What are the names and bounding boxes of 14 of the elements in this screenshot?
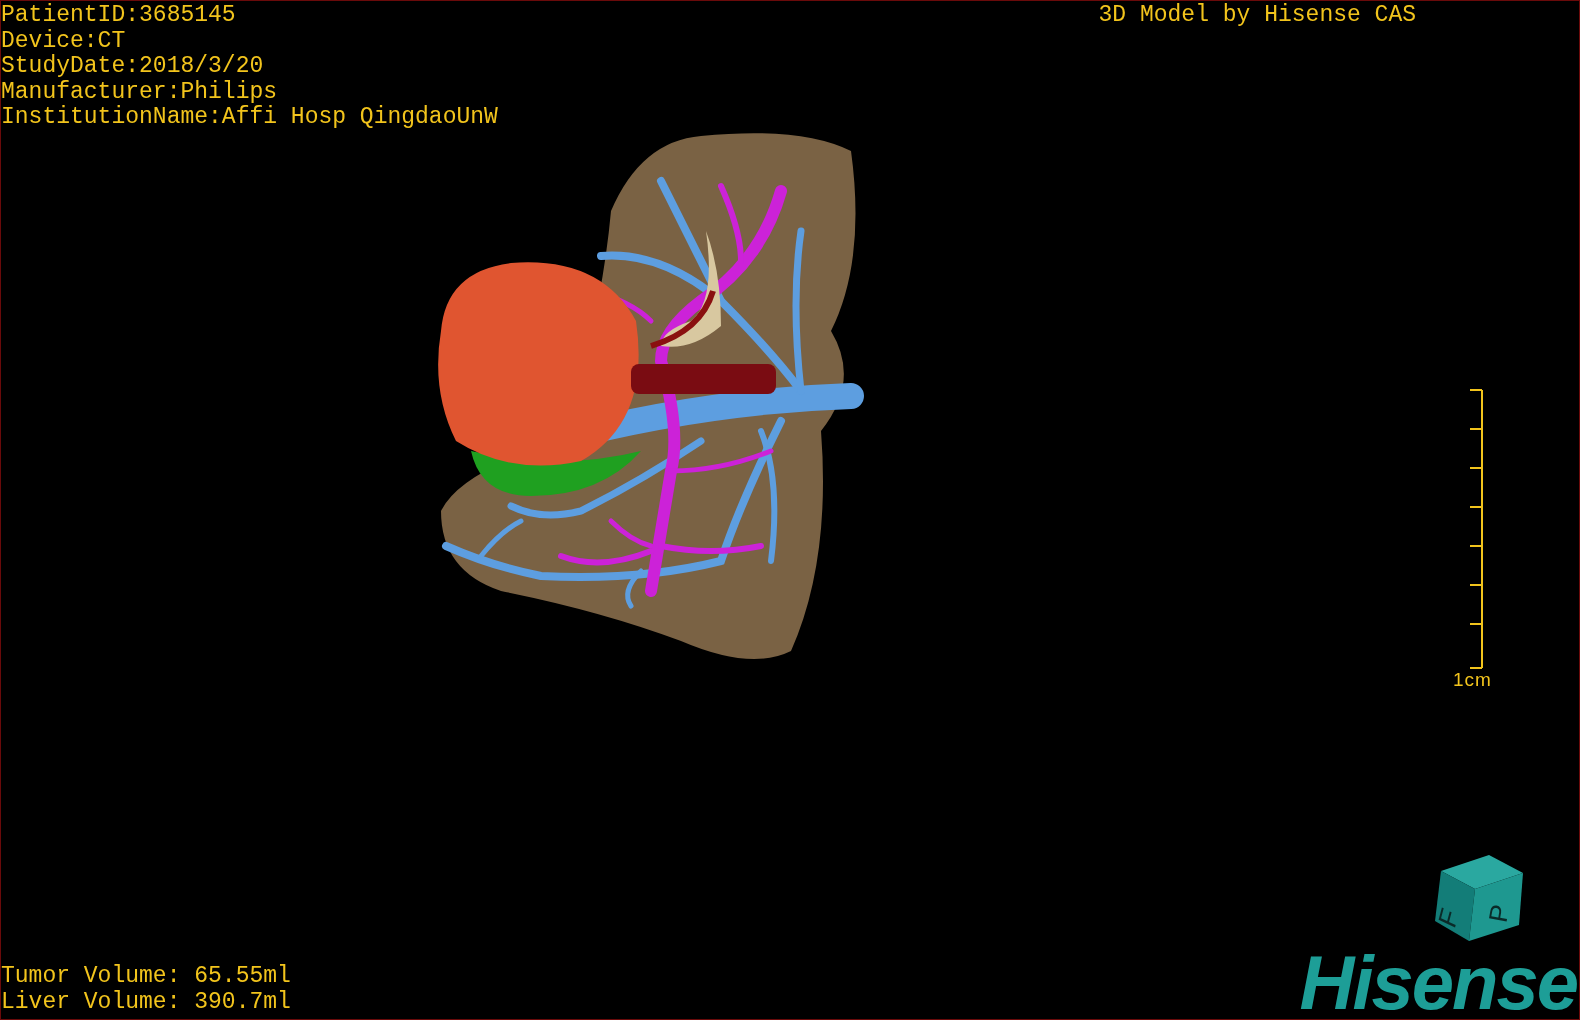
scale-bar-icon (1468, 389, 1484, 669)
cube-face-label: P (1482, 902, 1516, 925)
study-info-line: StudyDate:2018/3/20 (1, 54, 265, 80)
study-info-line: InstitutionName:Affi Hosp QingdaoUnW (1, 105, 498, 131)
volume-reading: Tumor Volume: 65.55ml (1, 963, 291, 989)
hisense-logo: Hisense (1299, 951, 1578, 1019)
scale-bar-label: 1cm (1453, 669, 1492, 691)
study-info-line: Manufacturer:Philips (1, 79, 279, 105)
viewer-title: 3D Model by Hisense CAS (1098, 1, 1416, 29)
study-info-line: PatientID:3685145 (1, 3, 237, 29)
cube-face-label: F (1432, 903, 1465, 933)
orientation-cube[interactable]: F P (1431, 851, 1527, 943)
study-info-line: Device:CT (1, 28, 127, 54)
volume-reading: Liver Volume: 390.7ml (1, 989, 291, 1015)
